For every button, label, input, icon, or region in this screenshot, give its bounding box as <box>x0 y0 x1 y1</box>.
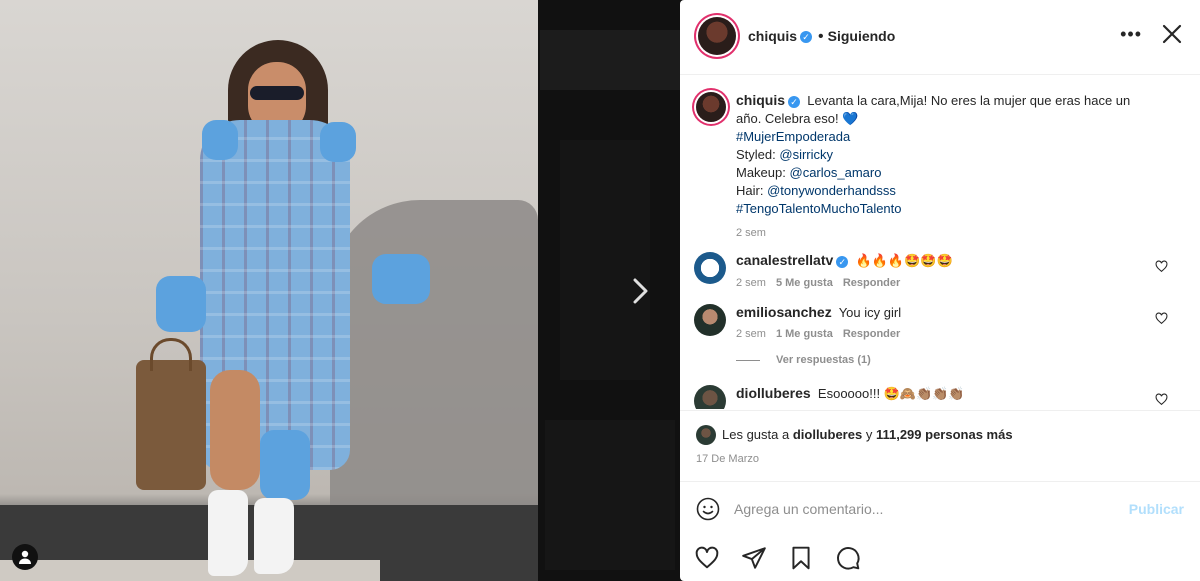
caption-time[interactable]: 2 sem <box>736 224 1136 242</box>
user-tag-icon[interactable] <box>12 544 38 570</box>
separator-dot: • <box>818 28 824 45</box>
likes-prefix: Les gusta a <box>722 427 790 442</box>
liker-username[interactable]: diolluberes <box>793 427 862 442</box>
chevron-right-icon[interactable] <box>627 276 653 306</box>
caption-line-1: Levanta la cara,Mija! No eres la mujer q… <box>807 93 1131 108</box>
hashtag-link[interactable]: #MujerEmpoderada <box>736 128 1136 146</box>
likes-joiner: y <box>865 427 873 442</box>
verified-badge-icon: ✓ <box>836 255 849 268</box>
liker-avatar[interactable] <box>696 425 716 445</box>
smiley-icon[interactable] <box>696 497 720 521</box>
hair-handle-link[interactable]: @tonywonderhandsss <box>767 183 896 198</box>
reply-button[interactable]: Responder <box>843 328 900 340</box>
handbag <box>136 338 206 490</box>
add-comment-bar: Agrega un comentario... Publicar <box>680 481 1200 536</box>
comment-avatar[interactable] <box>694 252 726 284</box>
styled-handle-link[interactable]: @sirricky <box>779 147 833 162</box>
comment-time[interactable]: 2 sem <box>736 277 766 289</box>
verified-badge-icon: ✓ <box>800 30 813 43</box>
styled-label: Styled: <box>736 147 776 162</box>
follow-status-button[interactable]: Siguiendo <box>828 28 896 44</box>
likes-count-link[interactable]: 111,299 personas más <box>876 427 1013 442</box>
hashtag-link[interactable]: #TengoTalentoMuchoTalento <box>736 200 1136 218</box>
heart-icon[interactable] <box>1155 393 1168 406</box>
bookmark-icon[interactable] <box>788 545 814 571</box>
hair-label: Hair: <box>736 183 764 198</box>
likes-section: Les gusta a diolluberes y 111,299 person… <box>680 410 1200 481</box>
comment-text: Esooooo!!! 🤩🙈👏🏽👏🏽👏🏽 <box>817 386 965 401</box>
comment-likes[interactable]: 5 Me gusta <box>776 277 833 289</box>
heart-icon[interactable] <box>694 545 720 571</box>
heart-icon[interactable] <box>1155 312 1168 325</box>
caption: chiquis ✓ Levanta la cara,Mija! No eres l… <box>736 91 1136 242</box>
comment-text: You icy girl <box>838 305 902 320</box>
comment-username[interactable]: canalestrellatv <box>736 252 833 268</box>
comment-avatar[interactable] <box>694 304 726 336</box>
comment-username[interactable]: diolluberes <box>736 385 811 401</box>
view-replies-button[interactable]: Ver respuestas (1) <box>736 354 871 366</box>
username[interactable]: chiquis <box>748 28 797 44</box>
close-icon[interactable] <box>1160 22 1184 46</box>
post-header: chiquis ✓ • Siguiendo ••• <box>680 0 1200 75</box>
comments-area[interactable]: chiquis ✓ Levanta la cara,Mija! No eres l… <box>680 75 1200 409</box>
caption-avatar[interactable] <box>696 92 726 122</box>
caption-line-2: año. Celebra eso! 💙 <box>736 111 859 126</box>
post-image[interactable] <box>0 0 538 581</box>
caption-username[interactable]: chiquis <box>736 92 785 108</box>
makeup-handle-link[interactable]: @carlos_amaro <box>790 165 882 180</box>
post-details-panel: chiquis ✓ • Siguiendo ••• chiquis ✓ Levanta … <box>680 0 1200 581</box>
action-bar <box>680 535 1200 581</box>
comment-icon[interactable] <box>835 545 861 571</box>
makeup-label: Makeup: <box>736 165 786 180</box>
comment-likes[interactable]: 1 Me gusta <box>776 328 833 340</box>
post-date[interactable]: 17 De Marzo <box>696 453 759 465</box>
heart-icon[interactable] <box>1155 260 1168 273</box>
avatar[interactable] <box>698 17 736 55</box>
more-options-icon[interactable]: ••• <box>1120 24 1142 45</box>
verified-badge-icon: ✓ <box>788 95 801 108</box>
comment-text: 🔥🔥🔥🤩🤩🤩 <box>855 253 953 268</box>
woman-figure <box>136 40 450 580</box>
send-icon[interactable] <box>741 545 767 571</box>
comment-input[interactable]: Agrega un comentario... <box>734 501 883 517</box>
comment-username[interactable]: emiliosanchez <box>736 304 832 320</box>
publish-button[interactable]: Publicar <box>1129 501 1184 517</box>
comment-time[interactable]: 2 sem <box>736 328 766 340</box>
comment-avatar[interactable] <box>694 385 726 409</box>
reply-button[interactable]: Responder <box>843 277 900 289</box>
